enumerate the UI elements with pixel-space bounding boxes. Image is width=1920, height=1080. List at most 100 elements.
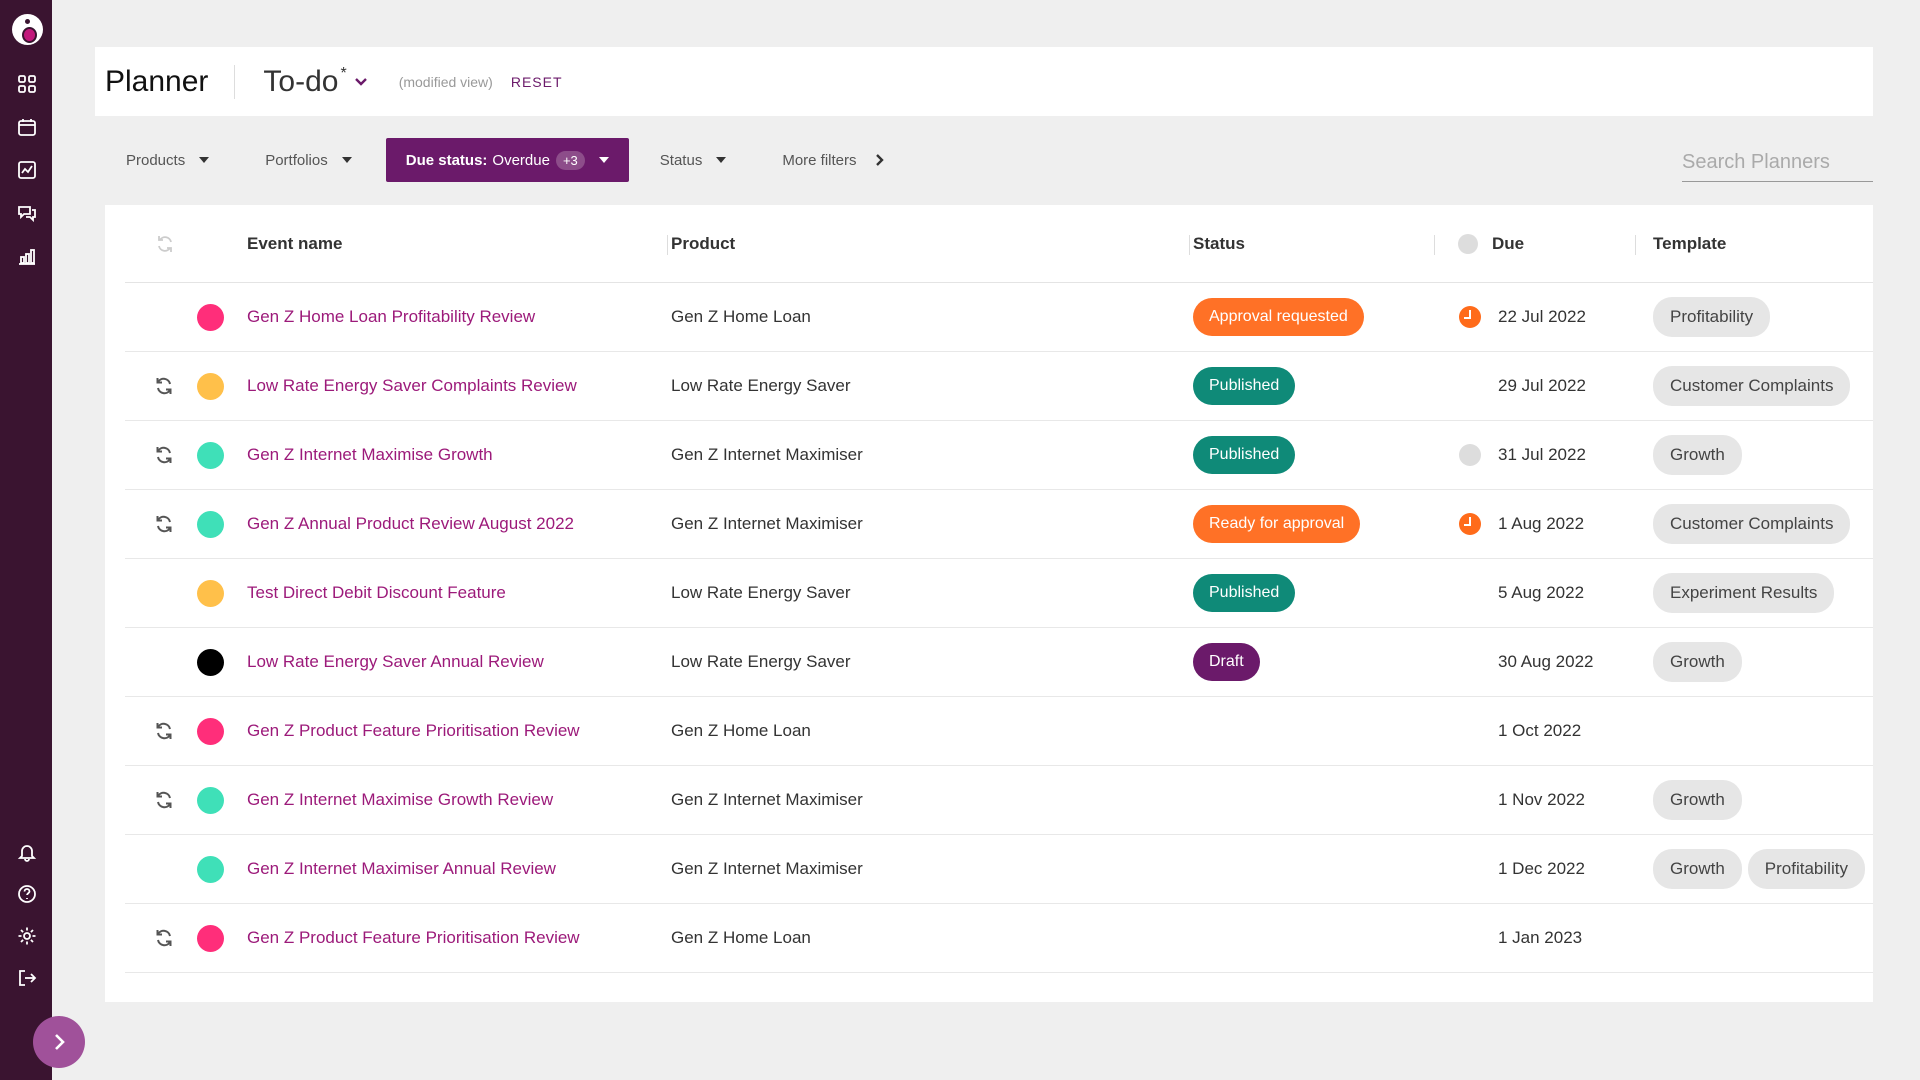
color-dot	[197, 855, 224, 883]
event-name-link[interactable]: Low Rate Energy Saver Complaints Review	[247, 376, 577, 396]
column-header-due[interactable]: Due	[1458, 205, 1524, 283]
expand-sidebar-button[interactable]	[33, 1016, 85, 1068]
event-name-link[interactable]: Gen Z Internet Maximise Growth Review	[247, 790, 553, 810]
template-tags: Profitability	[1653, 283, 1776, 351]
table-row[interactable]: Low Rate Energy Saver Complaints Review L…	[125, 352, 1873, 421]
template-tag[interactable]: Growth	[1653, 642, 1742, 682]
event-name-link[interactable]: Gen Z Product Feature Prioritisation Rev…	[247, 928, 580, 948]
event-name-link[interactable]: Test Direct Debit Discount Feature	[247, 583, 506, 603]
analytics-icon[interactable]	[16, 245, 38, 267]
page-header: Planner To-do * (modified view) RESET	[95, 47, 1873, 116]
column-separator	[1189, 235, 1190, 255]
due-date: 30 Aug 2022	[1498, 652, 1594, 671]
clock-icon	[1458, 234, 1478, 254]
due-status-count-badge: +3	[555, 150, 585, 170]
help-icon[interactable]	[16, 883, 38, 905]
dashboard-icon[interactable]	[16, 73, 38, 95]
report-icon[interactable]	[16, 159, 38, 181]
template-tag[interactable]: Growth	[1653, 435, 1742, 475]
settings-icon[interactable]	[16, 925, 38, 947]
more-filters-button[interactable]: More filters	[766, 138, 902, 182]
view-selector[interactable]: To-do *	[263, 65, 346, 99]
page-title: Planner	[105, 64, 209, 98]
table-row[interactable]: Gen Z Internet Maximiser Annual Review Ge…	[125, 835, 1873, 904]
color-dot	[197, 717, 224, 745]
table-row[interactable]: Gen Z Product Feature Prioritisation Rev…	[125, 697, 1873, 766]
sync-icon[interactable]	[153, 904, 175, 972]
sync-icon[interactable]	[153, 421, 175, 489]
status-badge: Published	[1193, 574, 1296, 612]
sync-header-icon[interactable]	[155, 205, 175, 283]
chevron-down-icon	[354, 77, 367, 86]
status-badge: Approval requested	[1193, 298, 1364, 336]
reset-button[interactable]: RESET	[511, 74, 563, 90]
color-dot	[197, 648, 224, 676]
sync-icon[interactable]	[153, 490, 175, 558]
template-tag[interactable]: Growth	[1653, 849, 1742, 889]
color-dot	[197, 372, 224, 400]
color-dot	[197, 579, 224, 607]
status-filter[interactable]: Status	[644, 138, 743, 182]
event-name-link[interactable]: Gen Z Internet Maximiser Annual Review	[247, 859, 556, 879]
column-header-template[interactable]: Template	[1653, 205, 1726, 283]
event-name-link[interactable]: Gen Z Product Feature Prioritisation Rev…	[247, 721, 580, 741]
caret-down-icon	[598, 157, 609, 163]
column-header-product[interactable]: Product	[671, 205, 735, 283]
table-row[interactable]: Gen Z Home Loan Profitability Review Gen …	[125, 283, 1873, 352]
color-dot	[197, 924, 224, 952]
template-tag[interactable]: Profitability	[1653, 297, 1771, 337]
column-header-status[interactable]: Status	[1193, 205, 1245, 283]
due-date: 1 Nov 2022	[1498, 790, 1585, 809]
logout-icon[interactable]	[16, 967, 38, 989]
column-header-event[interactable]: Event name	[247, 205, 342, 283]
product-name: Low Rate Energy Saver	[671, 583, 851, 602]
due-status-filter[interactable]: Due status: Overdue +3	[385, 138, 629, 182]
template-tag[interactable]: Customer Complaints	[1653, 504, 1851, 544]
color-dot	[197, 441, 224, 469]
template-tag[interactable]: Experiment Results	[1653, 573, 1835, 613]
search-input[interactable]	[1682, 144, 1873, 181]
table-row[interactable]: Test Direct Debit Discount Feature Low Ra…	[125, 559, 1873, 628]
bell-icon[interactable]	[16, 841, 38, 863]
column-header-due-label: Due	[1492, 234, 1525, 253]
table-row[interactable]: Low Rate Energy Saver Annual Review Low R…	[125, 628, 1873, 697]
column-separator	[667, 235, 668, 255]
sync-icon[interactable]	[153, 697, 175, 765]
due-date: 1 Oct 2022	[1498, 721, 1582, 740]
calendar-icon[interactable]	[16, 116, 38, 138]
portfolios-filter[interactable]: Portfolios	[249, 138, 368, 182]
view-dropdown-chevron[interactable]	[353, 74, 369, 90]
overdue-clock-icon	[1459, 513, 1481, 535]
event-name-link[interactable]: Gen Z Home Loan Profitability Review	[247, 307, 535, 327]
due-date: 29 Jul 2022	[1498, 376, 1586, 395]
event-color-dot	[197, 766, 224, 834]
template-tag[interactable]: Customer Complaints	[1653, 366, 1851, 406]
event-color-dot	[197, 490, 224, 558]
table-row[interactable]: Gen Z Internet Maximise Growth Gen Z Inte…	[125, 421, 1873, 490]
table-row[interactable]: Gen Z Internet Maximise Growth Review Gen…	[125, 766, 1873, 835]
template-tags: Customer Complaints	[1653, 490, 1856, 558]
sync-icon[interactable]	[153, 352, 175, 420]
column-separator	[1635, 235, 1636, 255]
due-status-filter-value: Overdue	[492, 151, 550, 169]
products-filter[interactable]: Products	[110, 138, 225, 182]
event-name-link[interactable]: Low Rate Energy Saver Annual Review	[247, 652, 544, 672]
color-dot	[197, 510, 224, 538]
event-color-dot	[197, 283, 224, 351]
color-dot	[197, 303, 224, 331]
app-logo-icon[interactable]	[12, 14, 43, 45]
event-color-dot	[197, 628, 224, 696]
event-name-link[interactable]: Gen Z Internet Maximise Growth	[247, 445, 493, 465]
chat-icon[interactable]	[16, 202, 38, 224]
template-tag[interactable]: Growth	[1653, 780, 1742, 820]
product-name: Gen Z Internet Maximiser	[671, 859, 863, 878]
template-tags: Growth	[1653, 628, 1748, 696]
event-name-link[interactable]: Gen Z Annual Product Review August 2022	[247, 514, 574, 534]
chevron-right-icon	[875, 154, 884, 166]
table-row[interactable]: Gen Z Annual Product Review August 2022 G…	[125, 490, 1873, 559]
filter-bar: Products Portfolios Due status: Overdue …	[110, 138, 903, 182]
view-name: To-do	[263, 64, 339, 98]
table-row[interactable]: Gen Z Product Feature Prioritisation Rev…	[125, 904, 1873, 973]
template-tag[interactable]: Profitability	[1747, 849, 1865, 889]
sync-icon[interactable]	[153, 766, 175, 834]
